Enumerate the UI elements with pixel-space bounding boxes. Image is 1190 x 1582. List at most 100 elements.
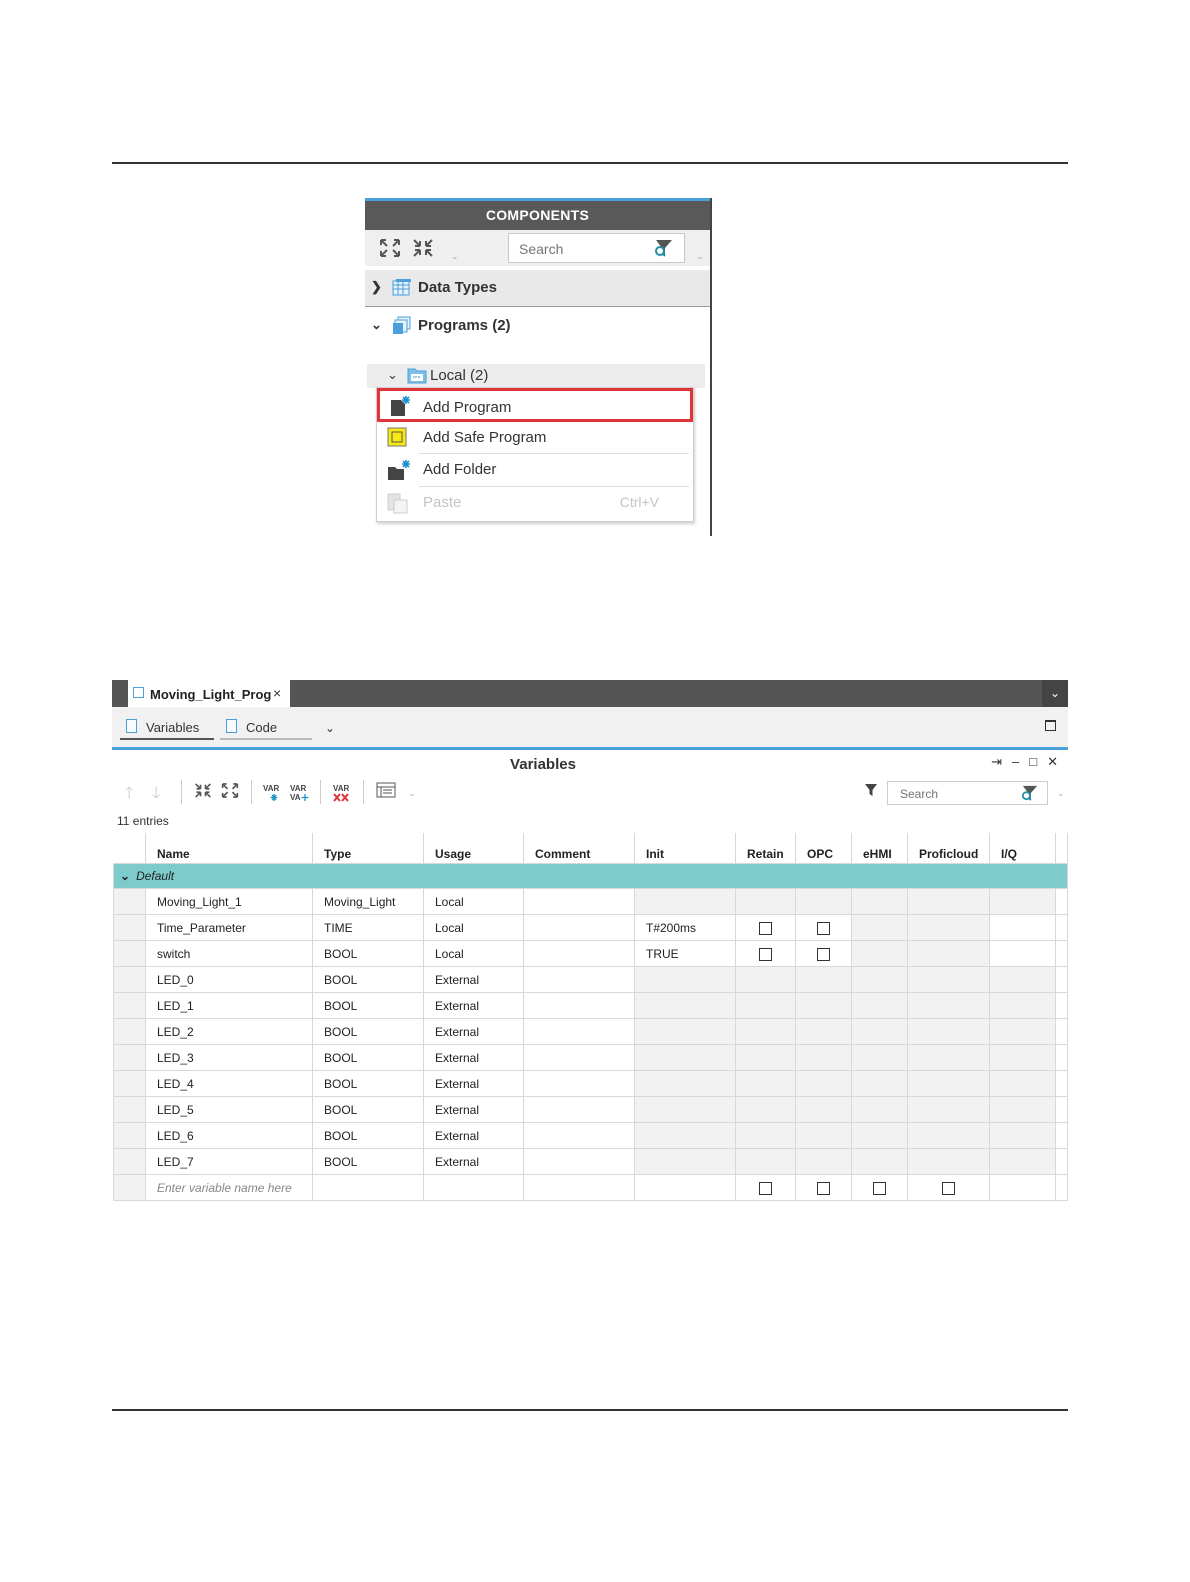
comment-cell[interactable] — [523, 914, 635, 941]
search-filter-icon[interactable] — [1021, 785, 1039, 806]
usage-cell[interactable]: External — [423, 992, 524, 1019]
name-cell[interactable]: LED_1 — [145, 992, 313, 1019]
tab-list-dropdown-icon[interactable]: ⌄ — [1042, 680, 1068, 707]
type-cell[interactable]: BOOL — [312, 1018, 424, 1045]
init-cell[interactable] — [634, 966, 736, 993]
insert-variable-icon[interactable]: VAR VA — [289, 782, 309, 805]
init-cell[interactable] — [634, 992, 736, 1019]
comment-cell[interactable] — [523, 1070, 635, 1097]
menu-item-add-folder[interactable]: Add Folder — [377, 454, 693, 486]
column-header[interactable]: Usage — [423, 833, 524, 864]
new-ehmi-checkbox[interactable] — [873, 1181, 886, 1195]
row-handle[interactable] — [113, 1096, 146, 1123]
new-variable-name-input[interactable]: Enter variable name here — [145, 1174, 313, 1201]
table-view-icon[interactable] — [376, 782, 396, 801]
column-header[interactable]: Type — [312, 833, 424, 864]
name-cell[interactable]: LED_4 — [145, 1070, 313, 1097]
init-cell[interactable]: TRUE — [634, 940, 736, 967]
table-row[interactable]: LED_4 BOOL External — [113, 1070, 1068, 1097]
name-cell[interactable]: LED_5 — [145, 1096, 313, 1123]
comment-cell[interactable] — [523, 992, 635, 1019]
move-down-icon[interactable]: 🡓 — [152, 782, 160, 809]
row-handle[interactable] — [113, 1070, 146, 1097]
type-cell[interactable]: BOOL — [312, 1148, 424, 1175]
usage-cell[interactable]: Local — [423, 940, 524, 967]
new-row-cell[interactable] — [312, 1174, 424, 1201]
init-cell[interactable] — [634, 888, 736, 915]
row-handle[interactable] — [113, 966, 146, 993]
comment-cell[interactable] — [523, 1096, 635, 1123]
type-cell[interactable]: BOOL — [312, 992, 424, 1019]
column-header[interactable]: Proficloud — [907, 833, 990, 864]
new-row-iq-cell[interactable] — [989, 1174, 1056, 1201]
table-row[interactable]: LED_2 BOOL External — [113, 1018, 1068, 1045]
menu-item-paste[interactable]: Paste Ctrl+V — [377, 487, 693, 519]
table-row[interactable]: LED_1 BOOL External — [113, 992, 1068, 1019]
name-cell[interactable]: Moving_Light_1 — [145, 888, 313, 915]
chevron-down-icon[interactable]: ⌄ — [387, 367, 398, 383]
usage-cell[interactable]: External — [423, 966, 524, 993]
chevron-down-icon[interactable]: ⌄ — [371, 317, 382, 333]
usage-cell[interactable]: Local — [423, 888, 524, 915]
table-row[interactable]: Time_Parameter TIME Local T#200ms — [113, 914, 1068, 941]
menu-item-add-program[interactable]: Add Program — [377, 388, 693, 422]
row-handle[interactable] — [113, 1044, 146, 1071]
collapse-all-icon[interactable] — [194, 782, 212, 802]
type-cell[interactable]: TIME — [312, 914, 424, 941]
row-handle[interactable] — [113, 914, 146, 941]
type-cell[interactable]: BOOL — [312, 1096, 424, 1123]
type-cell[interactable]: BOOL — [312, 1044, 424, 1071]
expand-all-icon[interactable] — [221, 782, 239, 802]
new-variable-row[interactable]: Enter variable name here — [113, 1174, 1068, 1201]
usage-cell[interactable]: External — [423, 1096, 524, 1123]
column-header[interactable]: Name — [145, 833, 313, 864]
table-row[interactable]: switch BOOL Local TRUE — [113, 940, 1068, 967]
collapse-all-icon[interactable] — [412, 238, 434, 262]
tree-item-data-types[interactable]: ❯ Data Types — [365, 270, 710, 307]
column-header[interactable]: eHMI — [851, 833, 908, 864]
name-cell[interactable]: LED_2 — [145, 1018, 313, 1045]
type-cell[interactable]: Moving_Light — [312, 888, 424, 915]
column-header[interactable]: OPC — [795, 833, 852, 864]
menu-item-add-safe-program[interactable]: Add Safe Program — [377, 422, 693, 454]
toolbar-more-icon[interactable]: ⌄ — [451, 246, 459, 266]
close-icon[interactable]: × — [273, 685, 281, 701]
row-handle[interactable] — [113, 888, 146, 915]
table-row[interactable]: LED_7 BOOL External — [113, 1148, 1068, 1175]
variables-search[interactable] — [887, 781, 1048, 805]
tab-moving-light-prog[interactable]: Moving_Light_Prog × — [128, 680, 290, 707]
table-row[interactable]: Moving_Light_1 Moving_Light Local — [113, 888, 1068, 915]
comment-cell[interactable] — [523, 1044, 635, 1071]
pin-icon[interactable]: ⇥ — [991, 754, 1002, 769]
row-handle[interactable] — [113, 992, 146, 1019]
type-cell[interactable]: BOOL — [312, 1070, 424, 1097]
search-more-icon[interactable]: ⌄ — [1057, 788, 1065, 799]
chevron-right-icon[interactable]: ❯ — [371, 279, 382, 295]
maximize-icon[interactable] — [1045, 720, 1056, 731]
new-proficloud-checkbox[interactable] — [942, 1181, 955, 1195]
init-cell[interactable]: T#200ms — [634, 914, 736, 941]
opc-checkbox[interactable] — [817, 921, 830, 935]
search-more-icon[interactable]: ⌄ — [696, 246, 704, 266]
type-cell[interactable]: BOOL — [312, 940, 424, 967]
comment-cell[interactable] — [523, 940, 635, 967]
minimize-icon[interactable]: – — [1012, 754, 1019, 769]
usage-cell[interactable]: External — [423, 1018, 524, 1045]
init-cell[interactable] — [634, 1096, 736, 1123]
table-row[interactable]: LED_3 BOOL External — [113, 1044, 1068, 1071]
name-cell[interactable]: Time_Parameter — [145, 914, 313, 941]
usage-cell[interactable]: External — [423, 1070, 524, 1097]
new-opc-checkbox[interactable] — [817, 1181, 830, 1195]
usage-cell[interactable]: External — [423, 1044, 524, 1071]
row-handle[interactable] — [113, 1018, 146, 1045]
column-header[interactable]: Retain — [735, 833, 796, 864]
comment-cell[interactable] — [523, 1122, 635, 1149]
tree-item-programs[interactable]: ⌄ Programs (2) — [365, 308, 710, 344]
chevron-down-icon[interactable]: ⌄ — [120, 869, 130, 883]
filter-icon[interactable] — [864, 783, 878, 800]
components-search-input[interactable] — [517, 238, 651, 260]
table-row[interactable]: LED_6 BOOL External — [113, 1122, 1068, 1149]
add-variable-icon[interactable]: VAR — [262, 782, 282, 805]
new-row-cell[interactable] — [423, 1174, 524, 1201]
name-cell[interactable]: LED_6 — [145, 1122, 313, 1149]
